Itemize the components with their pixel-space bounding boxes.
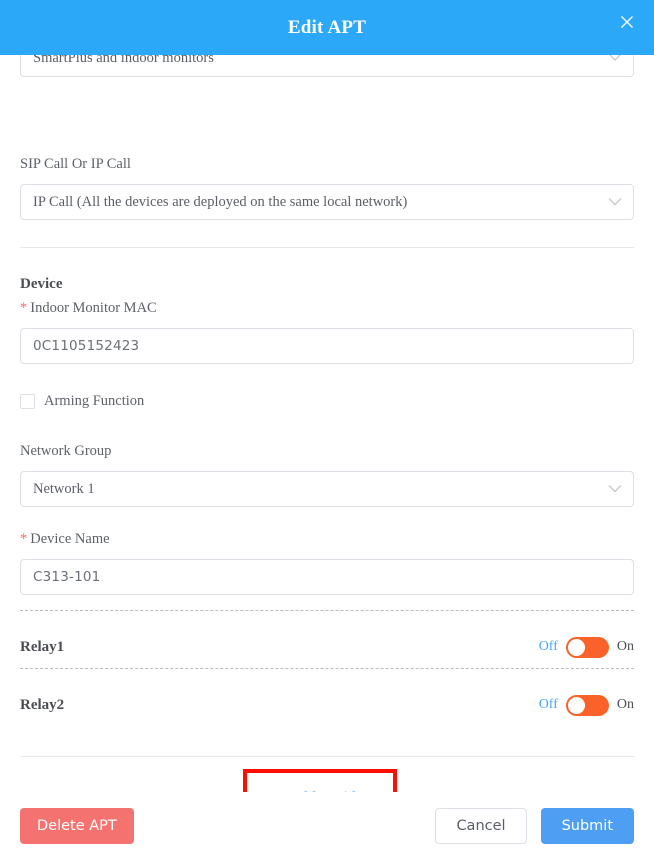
dialog-body: SmartPlus and indoor monitors SIP Call O… [0, 55, 654, 792]
add-resident-button[interactable]: Add Resident [271, 790, 376, 793]
call-type-select[interactable]: IP Call (All the devices are deployed on… [20, 184, 634, 220]
relay1-switch[interactable] [565, 636, 609, 658]
device-section-title: Device [20, 276, 63, 292]
add-resident-divider [20, 756, 634, 757]
network-group-select[interactable]: Network 1 [20, 471, 634, 507]
close-icon[interactable] [614, 9, 640, 35]
relay2-switch[interactable] [565, 694, 609, 716]
relay-divider-top [20, 610, 634, 611]
indoor-monitor-mac-input[interactable]: 0C1105152423 [20, 328, 634, 364]
submit-button[interactable]: Submit [540, 808, 634, 844]
arming-function-label: Arming Function [44, 393, 145, 409]
network-group-value: Network 1 [33, 480, 95, 497]
indoor-monitor-mac-label-text: Indoor Monitor MAC [30, 300, 157, 316]
relay-divider-middle [20, 668, 634, 669]
relay2-toggle-group: Off On [538, 694, 634, 716]
relay1-toggle-group: Off On [538, 636, 634, 658]
chevron-down-icon [608, 198, 622, 207]
relay-row: Relay1 Off On [20, 632, 634, 662]
relay1-label: Relay1 [20, 638, 65, 655]
chevron-down-icon [608, 55, 622, 62]
relationship-select-value: SmartPlus and indoor monitors [33, 55, 214, 66]
required-marker: * [20, 300, 28, 316]
relay1-off-label: Off [538, 639, 558, 654]
relay2-label: Relay2 [20, 696, 65, 713]
add-resident-label: Add Resident [289, 790, 376, 793]
relay2-off-label: Off [538, 697, 558, 712]
indoor-monitor-mac-value: 0C1105152423 [33, 338, 140, 354]
page-title: Edit APT [287, 17, 367, 38]
call-type-label: SIP Call Or IP Call [20, 156, 131, 172]
indoor-monitor-mac-label: * Indoor Monitor MAC [20, 299, 634, 317]
relay-row: Relay2 Off On [20, 690, 634, 720]
relationship-select[interactable]: SmartPlus and indoor monitors [20, 55, 634, 77]
dialog-header: Edit APT [0, 0, 654, 55]
relay1-on-label: On [616, 639, 634, 654]
cancel-button[interactable]: Cancel [435, 808, 527, 844]
relay1-switch-knob [567, 638, 585, 656]
required-marker: * [20, 531, 28, 547]
arming-function-checkbox[interactable] [20, 394, 35, 409]
call-type-value: IP Call (All the devices are deployed on… [33, 193, 408, 210]
delete-apt-button[interactable]: Delete APT [20, 808, 134, 844]
device-name-label: * Device Name [20, 530, 634, 548]
device-name-label-text: Device Name [30, 531, 110, 547]
arming-function-row[interactable]: Arming Function [20, 393, 634, 410]
edit-apt-dialog: Edit APT SmartPlus and indoor monitors S… [0, 0, 654, 860]
device-name-input[interactable]: C313-101 [20, 559, 634, 595]
network-group-label: Network Group [20, 443, 112, 459]
relay2-on-label: On [616, 697, 634, 712]
device-name-value: C313-101 [33, 569, 101, 585]
footer-actions: Cancel Submit [435, 808, 634, 844]
relay2-switch-knob [567, 696, 585, 714]
add-resident-area: Add Resident [20, 769, 634, 792]
section-divider [20, 247, 634, 248]
chevron-down-icon [608, 485, 622, 494]
dialog-footer: Delete APT Cancel Submit [0, 792, 654, 860]
